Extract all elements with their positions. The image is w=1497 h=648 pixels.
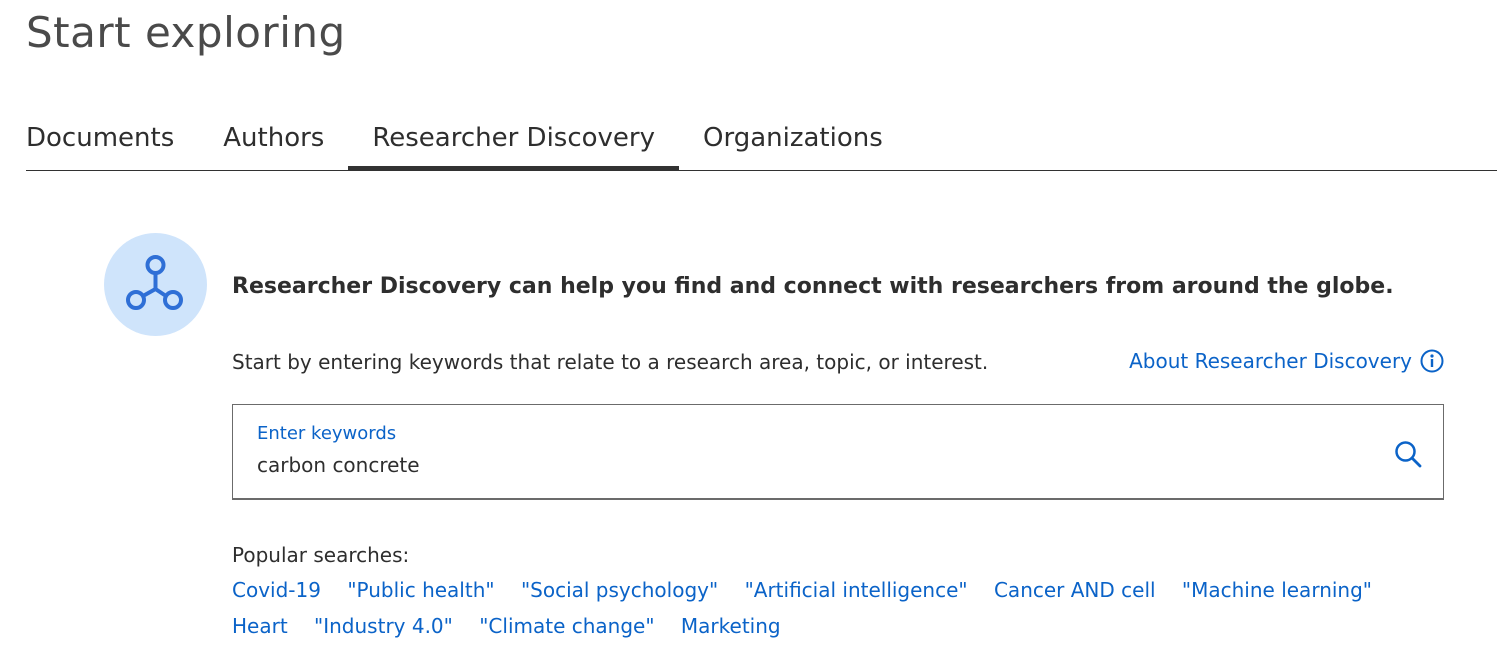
tab-organizations[interactable]: Organizations — [703, 112, 883, 170]
page-title: Start exploring — [26, 8, 346, 57]
popular-search-link[interactable]: Covid-19 — [232, 578, 321, 602]
search-input[interactable] — [257, 453, 1357, 477]
intro-text: Researcher Discovery can help you find a… — [232, 274, 1394, 299]
keyword-search-field[interactable]: Enter keywords — [232, 404, 1444, 500]
popular-search-link[interactable]: Heart — [232, 614, 288, 638]
tab-bar: Documents Authors Researcher Discovery O… — [26, 112, 1497, 171]
popular-search-link[interactable]: "Industry 4.0" — [314, 614, 453, 638]
tab-researcher-discovery[interactable]: Researcher Discovery — [348, 112, 680, 170]
search-icon[interactable] — [1393, 439, 1423, 469]
tab-documents[interactable]: Documents — [26, 112, 174, 170]
hint-text: Start by entering keywords that relate t… — [232, 350, 989, 374]
popular-search-link[interactable]: "Artificial intelligence" — [745, 578, 968, 602]
popular-search-link[interactable]: "Public health" — [347, 578, 494, 602]
popular-search-link[interactable]: Cancer AND cell — [994, 578, 1156, 602]
network-nodes-icon — [104, 233, 207, 336]
tab-authors[interactable]: Authors — [223, 112, 348, 170]
info-icon — [1420, 349, 1444, 373]
popular-searches-label: Popular searches: — [232, 543, 410, 567]
popular-search-link[interactable]: Marketing — [681, 614, 781, 638]
popular-search-link[interactable]: "Machine learning" — [1182, 578, 1372, 602]
search-field-label: Enter keywords — [257, 423, 397, 444]
popular-searches-row-2: Heart "Industry 4.0" "Climate change" Ma… — [232, 614, 801, 638]
popular-search-link[interactable]: "Social psychology" — [521, 578, 718, 602]
popular-searches-row-1: Covid-19 "Public health" "Social psychol… — [232, 578, 1392, 602]
about-researcher-discovery-link[interactable]: About Researcher Discovery — [1129, 349, 1444, 373]
about-link-label: About Researcher Discovery — [1129, 349, 1412, 373]
popular-search-link[interactable]: "Climate change" — [479, 614, 654, 638]
